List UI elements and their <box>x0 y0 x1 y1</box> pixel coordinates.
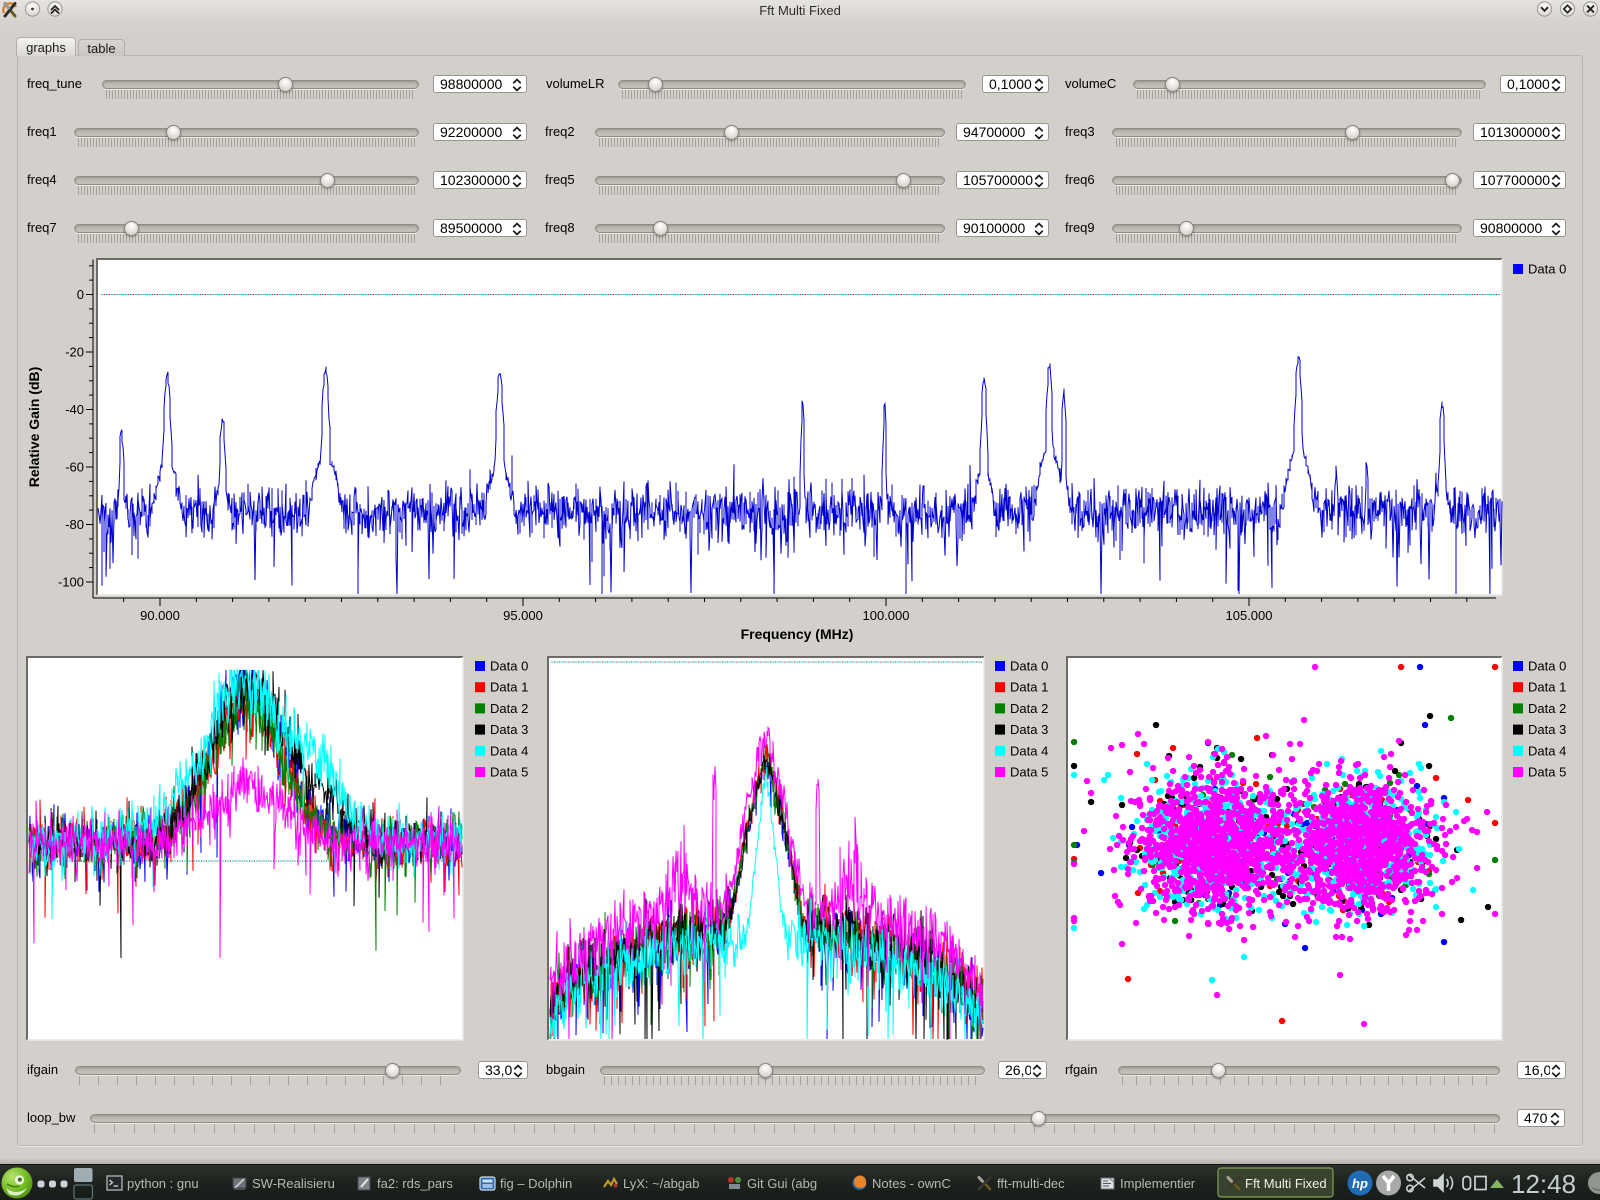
svg-text:hp: hp <box>1352 1176 1368 1191</box>
